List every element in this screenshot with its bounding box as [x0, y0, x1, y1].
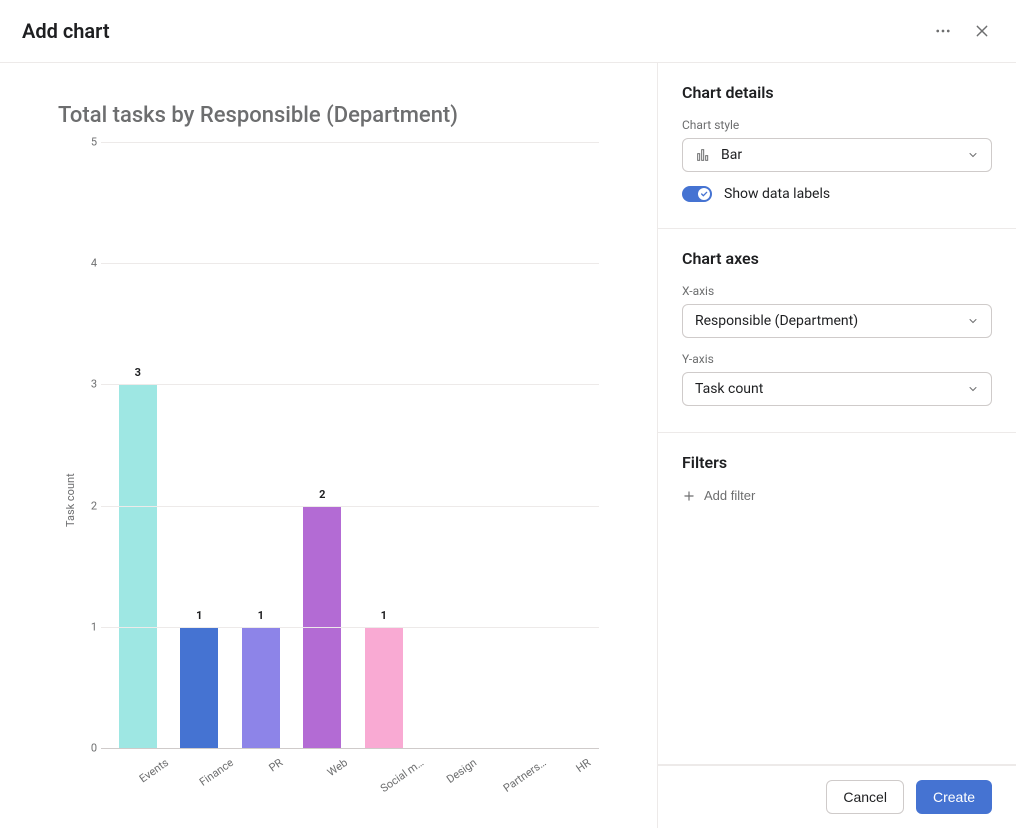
ellipsis-icon [934, 22, 952, 40]
bar-slot: 1 [353, 142, 415, 748]
x-axis-field-label: X-axis [682, 284, 992, 298]
bar-slot: 1 [230, 142, 292, 748]
modal-title: Add chart [22, 19, 110, 43]
add-filter-text: Add filter [704, 488, 755, 503]
chart-title: Total tasks by Responsible (Department) [58, 103, 599, 128]
gridline [101, 627, 599, 628]
chart-details-section: Chart details Chart style Bar [658, 63, 1016, 229]
chart-grid: 31121 012345 [77, 142, 599, 748]
gridline [101, 263, 599, 264]
bar-slot: 2 [292, 142, 354, 748]
x-axis-select[interactable]: Responsible (Department) [682, 304, 992, 338]
bar-slot [415, 142, 477, 748]
close-button[interactable] [970, 19, 994, 43]
y-tick: 5 [77, 136, 97, 149]
bar-value-label: 2 [319, 488, 325, 501]
bar-slot [476, 142, 538, 748]
gridline [101, 506, 599, 507]
bar-value-label: 1 [258, 609, 264, 622]
check-icon [700, 190, 708, 198]
modal-body: Total tasks by Responsible (Department) … [0, 63, 1016, 828]
header-actions [930, 18, 994, 44]
plus-icon [682, 489, 696, 503]
x-axis-labels: EventsFinancePRWebSocial m…DesignPartner… [107, 748, 599, 798]
bar[interactable]: 1 [365, 627, 403, 748]
bar-value-label: 1 [196, 609, 202, 622]
show-labels-text: Show data labels [724, 186, 830, 202]
section-title-filters: Filters [682, 453, 992, 472]
bar-slot [538, 142, 600, 748]
cancel-button[interactable]: Cancel [826, 780, 904, 814]
gridline [101, 384, 599, 385]
bar[interactable]: 1 [180, 627, 218, 748]
settings-pane: Chart details Chart style Bar [658, 63, 1016, 828]
gridline [101, 748, 599, 749]
chart-style-select[interactable]: Bar [682, 138, 992, 172]
chart-wrap: Task count 31121 012345 EventsFinancePRW… [58, 142, 599, 798]
close-icon [974, 23, 990, 39]
modal-header: Add chart [0, 0, 1016, 63]
bar-slot: 1 [169, 142, 231, 748]
bar[interactable]: 1 [242, 627, 280, 748]
chevron-down-icon [967, 315, 979, 327]
chart-style-value: Bar [721, 147, 742, 163]
y-tick: 2 [77, 499, 97, 512]
bar-chart-icon [695, 147, 711, 163]
x-axis-value: Responsible (Department) [695, 313, 858, 329]
bar-slot: 3 [107, 142, 169, 748]
bar-value-label: 3 [135, 366, 141, 379]
plot-area: 31121 012345 EventsFinancePRWebSocial m…… [77, 142, 599, 798]
show-labels-row: Show data labels [682, 186, 992, 202]
chart-preview-pane: Total tasks by Responsible (Department) … [0, 63, 658, 828]
x-category-label: HR [574, 756, 610, 799]
chevron-down-icon [967, 149, 979, 161]
create-button[interactable]: Create [916, 780, 992, 814]
section-title-axes: Chart axes [682, 249, 992, 268]
bar[interactable]: 3 [119, 384, 157, 748]
add-filter-button[interactable]: Add filter [682, 488, 755, 503]
filters-section: Filters Add filter [658, 433, 1016, 765]
chevron-down-icon [967, 383, 979, 395]
add-chart-modal: Add chart Total tasks by Responsible (De… [0, 0, 1016, 828]
x-label-slot: Events [107, 748, 169, 798]
show-labels-toggle[interactable] [682, 186, 712, 202]
bars-container: 31121 [107, 142, 599, 748]
y-tick: 1 [77, 620, 97, 633]
modal-footer: Cancel Create [658, 765, 1016, 828]
gridline [101, 142, 599, 143]
more-options-button[interactable] [930, 18, 956, 44]
section-title-details: Chart details [682, 83, 992, 102]
y-axis-select[interactable]: Task count [682, 372, 992, 406]
chart-axes-section: Chart axes X-axis Responsible (Departmen… [658, 229, 1016, 433]
y-axis-value: Task count [695, 381, 763, 397]
y-tick: 0 [77, 742, 97, 755]
chart-style-label: Chart style [682, 118, 992, 132]
y-axis-label: Task count [58, 142, 77, 798]
y-tick: 3 [77, 378, 97, 391]
toggle-knob [698, 188, 710, 200]
y-axis-field-label: Y-axis [682, 352, 992, 366]
bar-value-label: 1 [381, 609, 387, 622]
y-tick: 4 [77, 257, 97, 270]
